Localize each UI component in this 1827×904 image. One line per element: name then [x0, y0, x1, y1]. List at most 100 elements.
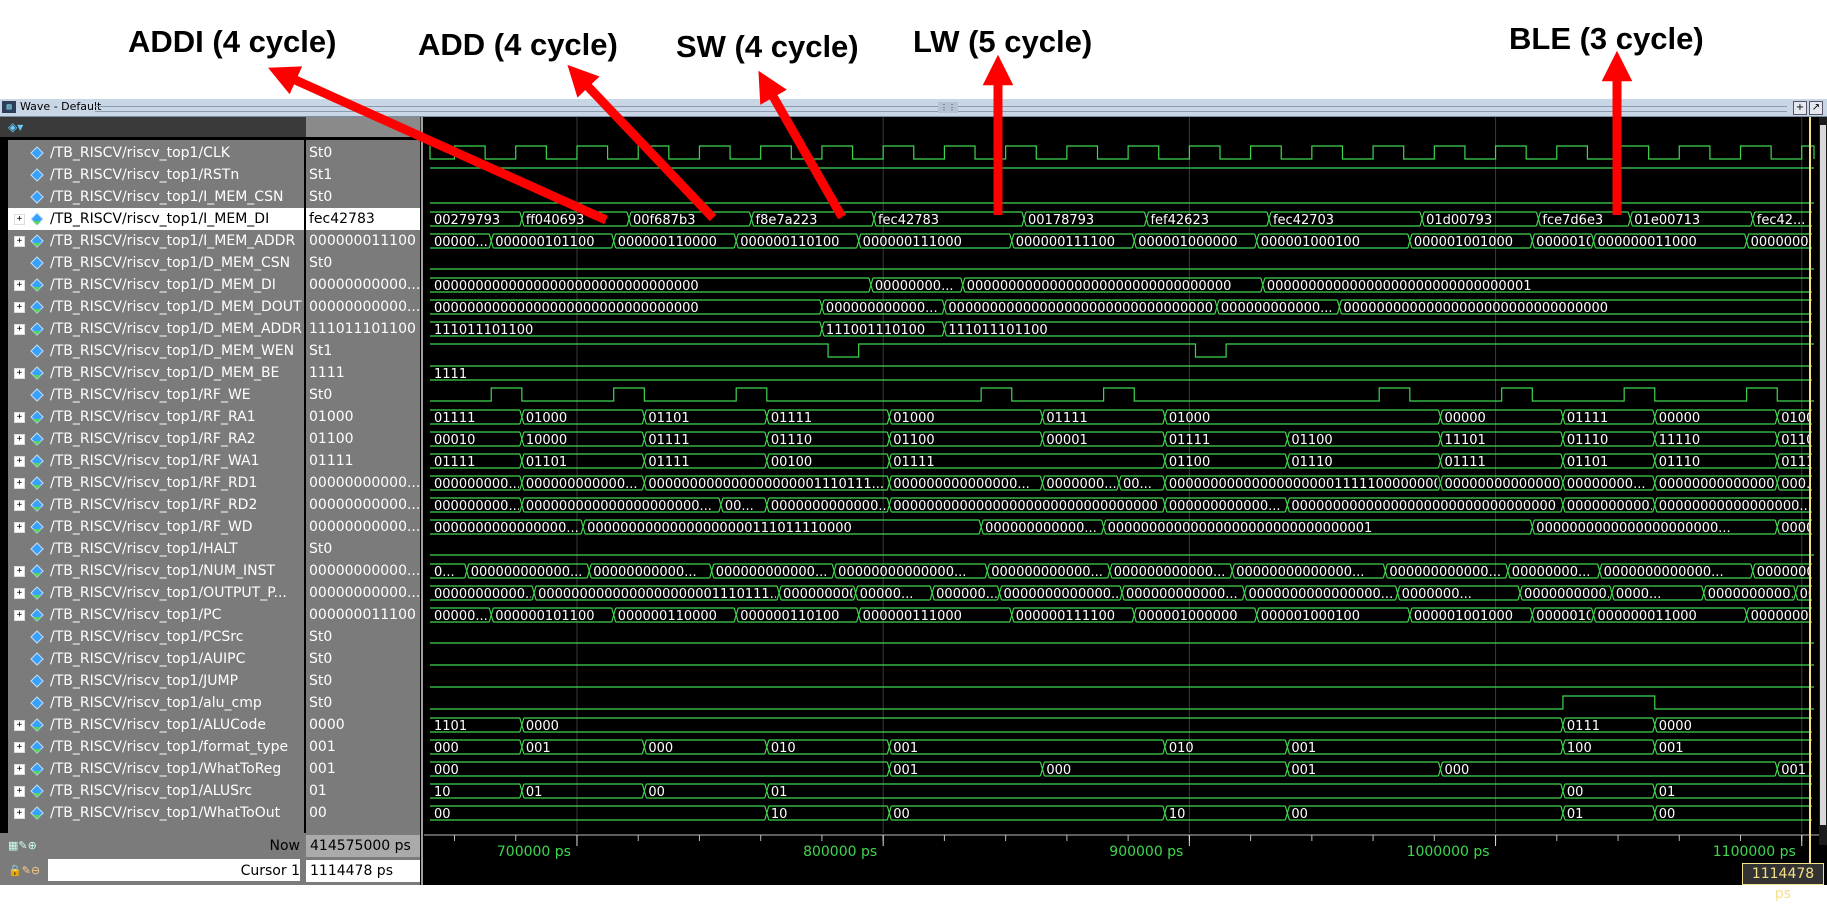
expand-icon[interactable]: + — [14, 434, 25, 445]
signal-row-name[interactable]: /TB_RISCV/riscv_top1/RF_WE — [8, 384, 304, 406]
expand-icon[interactable]: + — [14, 522, 25, 533]
expand-icon[interactable]: + — [14, 610, 25, 621]
signal-row-name[interactable]: + /TB_RISCV/riscv_top1/D_MEM_DI — [8, 274, 304, 296]
signal-row-name[interactable]: /TB_RISCV/riscv_top1/CLK — [8, 142, 304, 164]
waveform-pane[interactable]: 00279793 ff040693 00f687b3 f8e7a223 fec42783… — [424, 117, 1819, 845]
signal-row-name[interactable]: + /TB_RISCV/riscv_top1/NUM_INST — [8, 560, 304, 582]
signal-row-value: St1 — [309, 167, 333, 183]
signal-row-name[interactable]: + /TB_RISCV/riscv_top1/ALUCode — [8, 714, 304, 736]
bus-transition — [1750, 211, 1756, 227]
bus-transition — [886, 739, 892, 755]
bus-value-label: 01 — [771, 785, 788, 800]
signal-icon — [30, 344, 44, 358]
bus-value-label: 000001001000 — [1414, 609, 1513, 624]
signal-row-name[interactable]: + /TB_RISCV/riscv_top1/RF_WA1 — [8, 450, 304, 472]
bus-signal-icon — [30, 432, 44, 446]
signal-row-name[interactable]: + /TB_RISCV/riscv_top1/I_MEM_DI — [8, 208, 304, 230]
expand-icon[interactable]: + — [14, 280, 25, 291]
signal-row-name[interactable]: + /TB_RISCV/riscv_top1/D_MEM_DOUT — [8, 296, 304, 318]
vertical-scrollbar[interactable] — [1819, 117, 1827, 845]
signal-row-name[interactable]: + /TB_RISCV/riscv_top1/OUTPUT_P... — [8, 582, 304, 604]
signal-row-name[interactable]: + /TB_RISCV/riscv_top1/PC — [8, 604, 304, 626]
expand-icon[interactable]: + — [14, 500, 25, 511]
expand-icon[interactable]: + — [14, 566, 25, 577]
signal-row-name[interactable]: /TB_RISCV/riscv_top1/AUIPC — [8, 648, 304, 670]
signal-row-name[interactable]: + /TB_RISCV/riscv_top1/D_MEM_ADDR — [8, 318, 304, 340]
signal-row-name[interactable]: + /TB_RISCV/riscv_top1/D_MEM_BE — [8, 362, 304, 384]
expand-icon[interactable]: + — [14, 588, 25, 599]
waveform-canvas[interactable]: 00279793 ff040693 00f687b3 f8e7a223 fec42783… — [424, 117, 1819, 845]
bus-value-label: 000000000000... — [985, 521, 1097, 536]
expand-icon[interactable]: + — [14, 742, 25, 753]
pane-splitter[interactable] — [421, 117, 423, 885]
bus-value-label: 01110 — [1567, 433, 1608, 448]
bus-value-label: 000 — [434, 741, 459, 756]
expand-icon[interactable]: + — [14, 456, 25, 467]
cursor-readout[interactable]: 1114478 ps — [1742, 863, 1824, 902]
signal-row-name[interactable]: /TB_RISCV/riscv_top1/HALT — [8, 538, 304, 560]
signal-row-name[interactable]: /TB_RISCV/riscv_top1/JUMP — [8, 670, 304, 692]
undock-icon[interactable]: ↗ — [1809, 101, 1823, 115]
signal-row-name[interactable]: /TB_RISCV/riscv_top1/alu_cmp — [8, 692, 304, 714]
bus-transition — [1143, 211, 1150, 227]
bus-transition — [1437, 431, 1444, 447]
cursor-tools-icon[interactable]: 🔒✎⊖ — [8, 860, 40, 882]
signal-row-name[interactable]: + /TB_RISCV/riscv_top1/RF_WD — [8, 516, 304, 538]
time-ruler[interactable]: 700000 ps 800000 ps 900000 ps 1000000 ps 110… — [424, 833, 1819, 885]
signal-row-name[interactable]: + /TB_RISCV/riscv_top1/ALUSrc — [8, 780, 304, 802]
expand-icon[interactable]: + — [14, 764, 25, 775]
signal-row-name[interactable]: /TB_RISCV/riscv_top1/PCSrc — [8, 626, 304, 648]
bus-value-label: 001 — [1291, 763, 1316, 778]
bus-value-label: 111001110100 — [826, 323, 925, 338]
signal-row-value: 01111 — [309, 453, 354, 469]
bus-value-label: 00 — [1659, 807, 1676, 822]
signal-row-name[interactable]: /TB_RISCV/riscv_top1/D_MEM_CSN — [8, 252, 304, 274]
bus-transition — [1529, 519, 1535, 535]
expand-icon[interactable]: + — [14, 302, 25, 313]
bus-value-label: 000000110100 — [740, 609, 839, 624]
bus-transition — [611, 607, 617, 623]
scrollbar-thumb[interactable] — [1820, 125, 1826, 825]
expand-icon[interactable]: + — [14, 478, 25, 489]
bus-value-label: 010 — [1169, 741, 1194, 756]
now-tools-icon[interactable]: ▦✎⊕ — [8, 835, 37, 857]
time-ruler-canvas[interactable]: 700000 ps 800000 ps 900000 ps 1000000 ps 110… — [424, 833, 1819, 885]
signal-row-name[interactable]: + /TB_RISCV/riscv_top1/format_type — [8, 736, 304, 758]
signal-row-value: 01 — [309, 783, 327, 799]
expand-icon[interactable]: + — [14, 720, 25, 731]
signal-row-name[interactable]: + /TB_RISCV/riscv_top1/RF_RA2 — [8, 428, 304, 450]
bus-value-label: 00000000... — [1567, 477, 1646, 492]
expand-icon[interactable]: + — [14, 808, 25, 819]
bus-transition — [1652, 805, 1658, 821]
signal-tools-icon[interactable]: ◈▾ — [8, 120, 23, 134]
signal-row-name[interactable]: + /TB_RISCV/riscv_top1/WhatToReg — [8, 758, 304, 780]
expand-icon[interactable]: + — [14, 324, 25, 335]
signal-row-name[interactable]: /TB_RISCV/riscv_top1/RSTn — [8, 164, 304, 186]
bus-value-label: 000000111000 — [863, 235, 962, 250]
signal-row-name[interactable]: + /TB_RISCV/riscv_top1/I_MEM_ADDR — [8, 230, 304, 252]
signal-row-name[interactable]: + /TB_RISCV/riscv_top1/RF_RD2 — [8, 494, 304, 516]
bus-transition — [1336, 299, 1342, 315]
expand-icon[interactable]: + — [14, 412, 25, 423]
expand-icon[interactable]: + — [14, 786, 25, 797]
signal-row-name[interactable]: /TB_RISCV/riscv_top1/I_MEM_CSN — [8, 186, 304, 208]
signal-row-name[interactable]: + /TB_RISCV/riscv_top1/WhatToOut — [8, 802, 304, 824]
bus-transition — [1744, 233, 1750, 249]
bus-value-label: 000 — [1046, 763, 1071, 778]
signal-name-label: /TB_RISCV/riscv_top1/RSTn — [50, 167, 240, 183]
expand-icon[interactable]: + — [14, 368, 25, 379]
dock-handle-icon[interactable]: ⋮⋮ — [938, 102, 958, 113]
expand-icon[interactable]: + — [14, 214, 25, 225]
bus-value-label: 10 — [1169, 807, 1186, 822]
zoom-in-icon[interactable]: + — [1793, 101, 1807, 115]
signal-row-name[interactable]: + /TB_RISCV/riscv_top1/RF_RD1 — [8, 472, 304, 494]
signal-name-label: /TB_RISCV/riscv_top1/D_MEM_WEN — [50, 343, 295, 359]
signal-row-name[interactable]: + /TB_RISCV/riscv_top1/RF_RA1 — [8, 406, 304, 428]
window-titlebar[interactable]: ▥ Wave - Default ⋮⋮ + ↗ — [0, 99, 1827, 117]
expand-icon[interactable]: + — [14, 236, 25, 247]
bus-value-label: 000000111100 — [1016, 235, 1115, 250]
bus-transition — [1284, 497, 1290, 513]
bus-value-label: 01e00713 — [1634, 213, 1700, 228]
signal-row-name[interactable]: /TB_RISCV/riscv_top1/D_MEM_WEN — [8, 340, 304, 362]
bus-value-label: 001 — [893, 741, 918, 756]
